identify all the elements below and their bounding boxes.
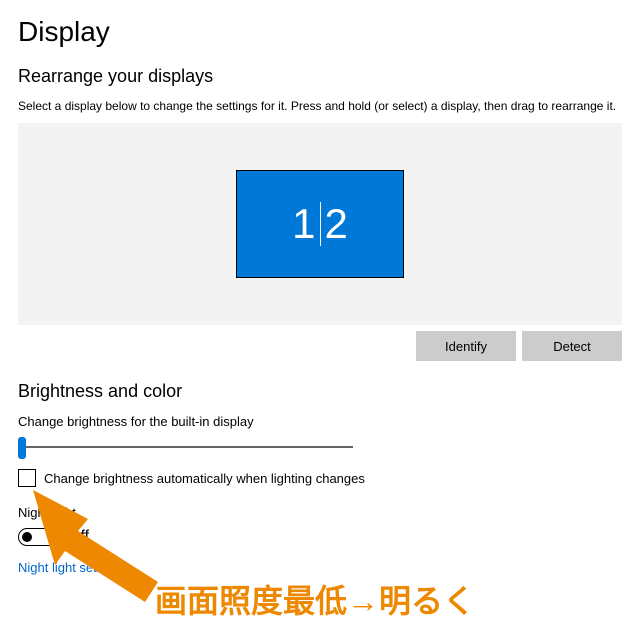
brightness-section-title: Brightness and color [18, 381, 622, 402]
auto-brightness-row[interactable]: Change brightness automatically when lig… [18, 469, 622, 487]
brightness-slider[interactable] [18, 437, 353, 457]
display-id-1: 1 [292, 200, 315, 248]
arrange-button-row: Identify Detect [18, 331, 622, 361]
auto-brightness-checkbox[interactable] [18, 469, 36, 487]
display-id-2: 2 [325, 200, 348, 248]
page-title: Display [18, 16, 622, 48]
night-light-toggle[interactable] [18, 528, 58, 546]
display-tile[interactable]: 1 2 [236, 170, 404, 278]
display-arrange-area[interactable]: 1 2 [18, 123, 622, 325]
brightness-slider-label: Change brightness for the built-in displ… [18, 414, 622, 429]
night-light-row: Off [18, 528, 622, 546]
night-light-toggle-knob [22, 532, 32, 542]
auto-brightness-label: Change brightness automatically when lig… [44, 471, 365, 486]
night-light-settings-link[interactable]: Night light settings [18, 560, 622, 575]
rearrange-title: Rearrange your displays [18, 66, 622, 87]
night-light-state: Off [68, 528, 89, 546]
night-light-label: Night light [18, 505, 622, 520]
display-tile-separator [320, 202, 321, 246]
annotation-text: 画面照度最低→明るく [155, 576, 475, 622]
rearrange-hint: Select a display below to change the set… [18, 99, 622, 113]
identify-button[interactable]: Identify [416, 331, 516, 361]
brightness-slider-rail [18, 446, 353, 448]
brightness-slider-thumb[interactable] [18, 437, 26, 459]
detect-button[interactable]: Detect [522, 331, 622, 361]
